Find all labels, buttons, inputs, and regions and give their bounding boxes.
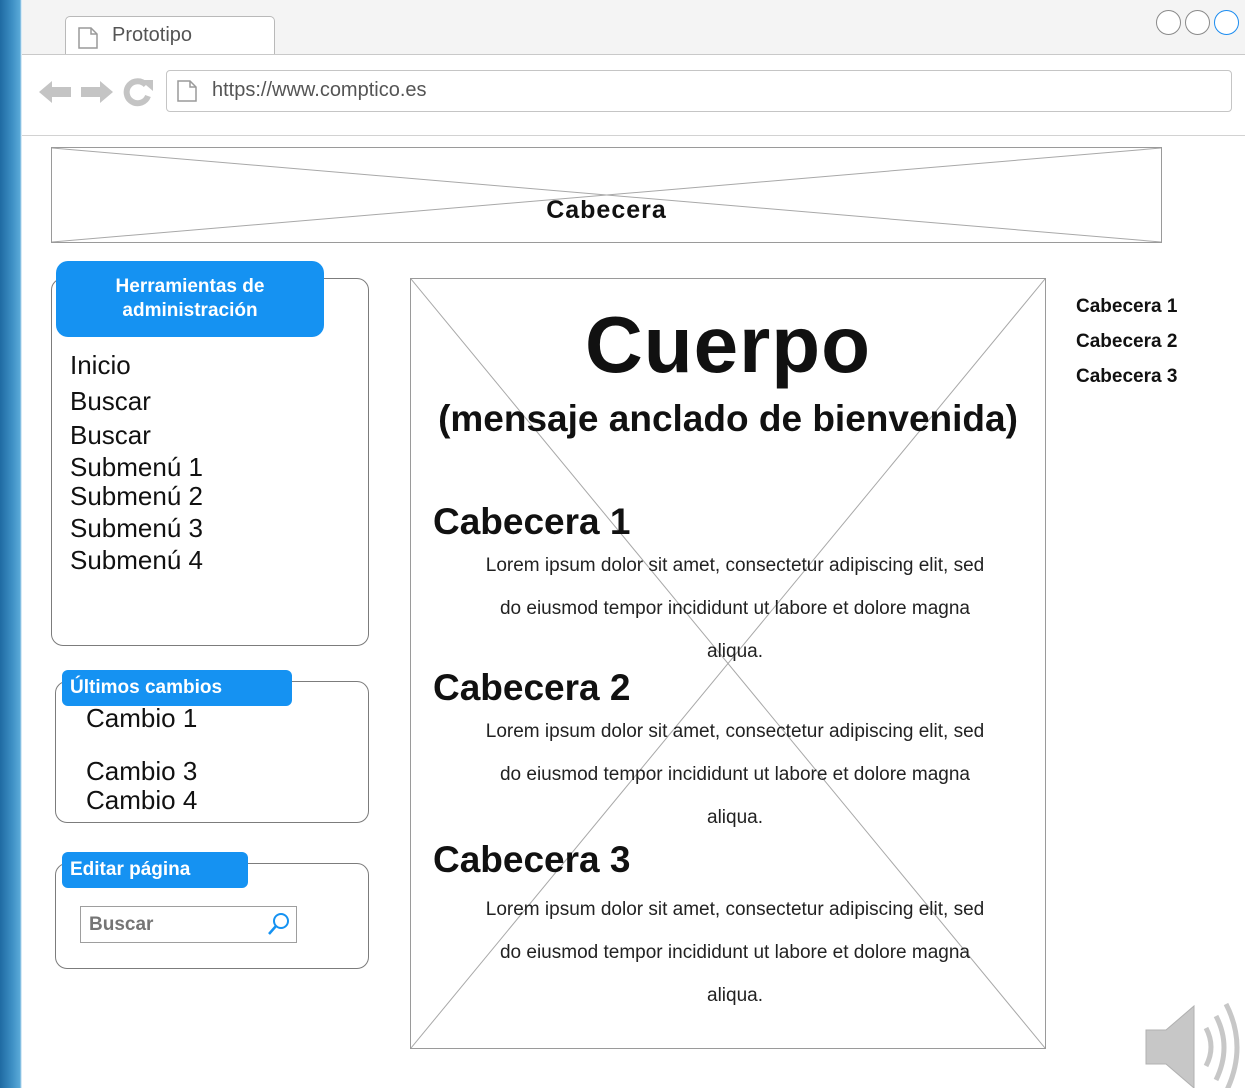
- section-heading: Cabecera 3: [433, 839, 631, 880]
- section-text: Lorem ipsum dolor sit amet, consectetur …: [485, 899, 985, 1006]
- menu-item-submenu-2[interactable]: Submenú 2: [70, 480, 203, 512]
- edit-page-title[interactable]: Editar página: [62, 852, 248, 888]
- section-heading: Cabecera 1: [433, 501, 631, 542]
- body-title: Cuerpo: [585, 300, 871, 389]
- section-heading: Cabecera 2: [433, 667, 631, 708]
- reload-icon[interactable]: [121, 77, 155, 107]
- admin-tools-panel: Herramientas de administración Inicio Bu…: [51, 261, 369, 646]
- browser-tab[interactable]: Prototipo: [65, 16, 275, 54]
- tab-bar: Prototipo: [22, 0, 1245, 55]
- menu-item-inicio[interactable]: Inicio: [70, 349, 203, 381]
- latest-changes-title: Últimos cambios: [62, 670, 292, 706]
- section-text: Lorem ipsum dolor sit amet, consectetur …: [485, 721, 985, 828]
- body-subtitle: (mensaje anclado de bienvenida): [438, 398, 1018, 439]
- minimize-button[interactable]: [1156, 10, 1181, 35]
- search-input[interactable]: [81, 907, 271, 942]
- menu-item-buscar[interactable]: Buscar: [70, 385, 203, 417]
- menu-item-submenu-1[interactable]: Submenú 1: [70, 451, 203, 483]
- menu-item-submenu-4[interactable]: Submenú 4: [70, 544, 203, 576]
- close-button[interactable]: [1214, 10, 1239, 35]
- admin-tools-title: Herramientas de administración: [56, 261, 324, 337]
- placeholder-cross: [52, 148, 1161, 242]
- admin-menu: Inicio Buscar Buscar Submenú 1 Submenú 2…: [70, 349, 203, 576]
- body-section: Cabecera 2 Lorem ipsum dolor sit amet, c…: [433, 666, 1033, 839]
- section-text: Lorem ipsum dolor sit amet, consectetur …: [485, 555, 985, 662]
- back-arrow-icon[interactable]: [37, 78, 73, 106]
- change-item[interactable]: Cambio 3: [86, 756, 197, 787]
- body-placeholder: Cuerpo (mensaje anclado de bienvenida) C…: [410, 278, 1046, 1049]
- toc-link-cabecera-3[interactable]: Cabecera 3: [1076, 363, 1177, 398]
- document-icon: [177, 80, 197, 102]
- header-placeholder: Cabecera: [51, 147, 1162, 243]
- body-section: Cabecera 3 Lorem ipsum dolor sit amet, c…: [433, 838, 1033, 1017]
- tab-title: Prototipo: [112, 24, 193, 46]
- edit-page-panel: Editar página: [55, 852, 369, 969]
- menu-item-submenu-3[interactable]: Submenú 3: [70, 512, 203, 544]
- maximize-button[interactable]: [1185, 10, 1210, 35]
- address-bar-row: https://www.comptico.es: [22, 55, 1245, 136]
- toc-link-cabecera-2[interactable]: Cabecera 2: [1076, 328, 1177, 363]
- body-section: Cabecera 1 Lorem ipsum dolor sit amet, c…: [433, 500, 1033, 673]
- window-controls: [1156, 10, 1239, 35]
- search-box[interactable]: [80, 906, 297, 943]
- navigation-buttons: [37, 77, 155, 107]
- change-item[interactable]: Cambio 4: [86, 785, 197, 816]
- forward-arrow-icon[interactable]: [79, 78, 115, 106]
- header-label: Cabecera: [546, 196, 667, 224]
- search-icon[interactable]: [266, 911, 292, 937]
- change-item[interactable]: Cambio 1: [86, 703, 197, 734]
- toc-link-cabecera-1[interactable]: Cabecera 1: [1076, 293, 1177, 328]
- menu-item-buscar-2[interactable]: Buscar: [70, 419, 203, 451]
- document-icon: [78, 27, 98, 49]
- speaker-icon[interactable]: [1144, 1000, 1245, 1088]
- table-of-contents: Cabecera 1 Cabecera 2 Cabecera 3: [1076, 293, 1177, 398]
- url-bar[interactable]: https://www.comptico.es: [166, 70, 1232, 112]
- url-text: https://www.comptico.es: [212, 79, 427, 101]
- browser-window: Prototipo https://www.comptico.es Cabece…: [22, 0, 1245, 1088]
- latest-changes-panel: Últimos cambios Cambio 1 Cambio 3 Cambio…: [55, 670, 369, 823]
